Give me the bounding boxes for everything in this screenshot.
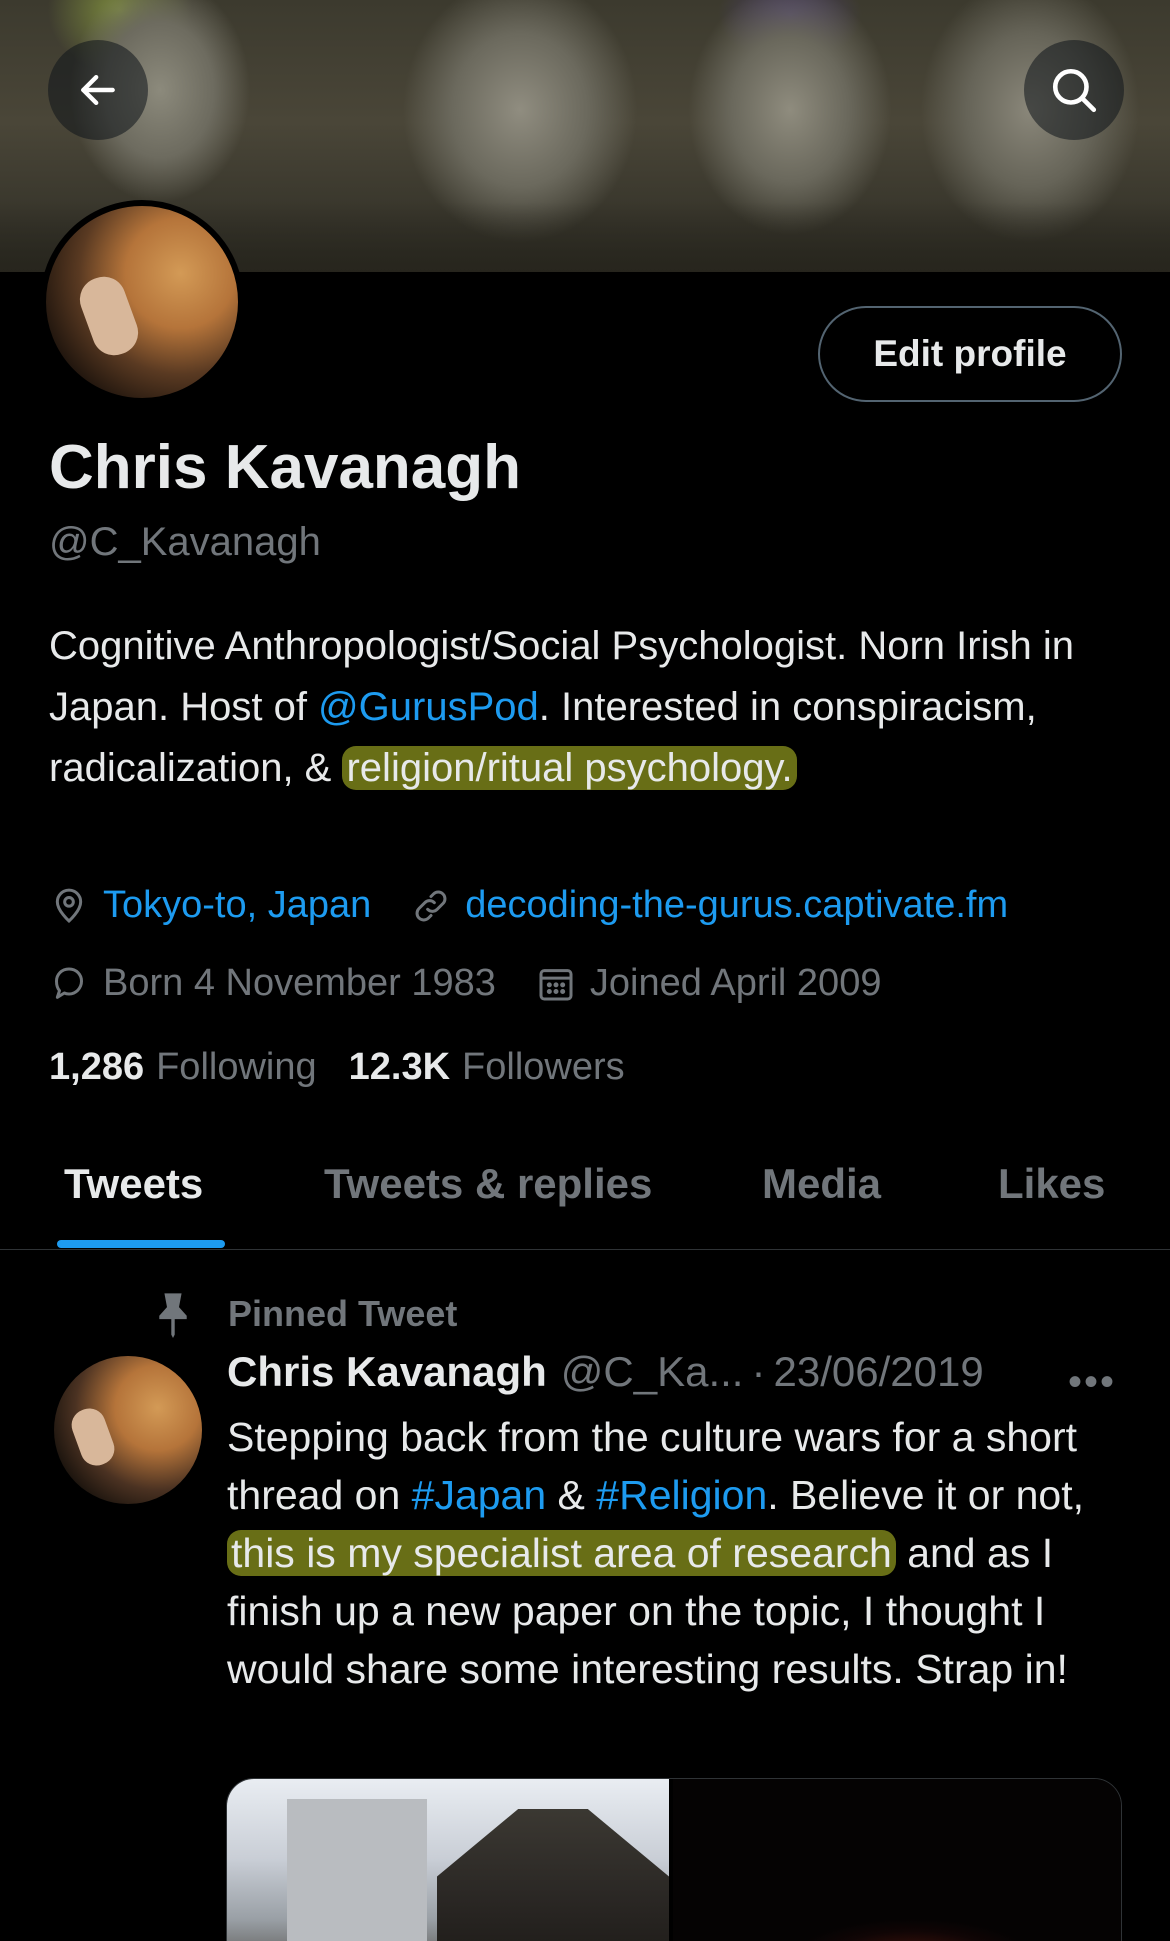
bio-mention-link[interactable]: @GurusPod bbox=[318, 685, 539, 729]
website[interactable]: decoding-the-gurus.captivate.fm bbox=[411, 884, 1008, 927]
profile-tabs: Tweets Tweets & replies Media Likes bbox=[0, 1144, 1170, 1250]
location: Tokyo-to, Japan bbox=[49, 884, 371, 927]
birthday-text: Born 4 November 1983 bbox=[103, 962, 496, 1004]
edit-profile-button[interactable]: Edit profile bbox=[818, 306, 1122, 402]
followers-count: 12.3K bbox=[348, 1046, 451, 1088]
follow-counts: 1,286 Following 12.3K Followers bbox=[49, 1046, 657, 1089]
avatar-hand bbox=[67, 1403, 119, 1471]
pin-icon bbox=[159, 1293, 187, 1338]
location-text: Tokyo-to, Japan bbox=[103, 884, 372, 926]
tab-tweets[interactable]: Tweets bbox=[64, 1160, 203, 1208]
hashtag-japan[interactable]: #Japan bbox=[412, 1472, 547, 1518]
following-label: Following bbox=[156, 1046, 317, 1088]
pinned-label: Pinned Tweet bbox=[228, 1293, 458, 1334]
separator-dot: · bbox=[751, 1348, 766, 1395]
profile-handle: @C_Kavanagh bbox=[49, 520, 321, 564]
back-button[interactable] bbox=[48, 40, 148, 140]
tweet-header: Chris Kavanagh @C_Ka... · 23/06/2019 bbox=[227, 1348, 984, 1396]
hashtag-religion[interactable]: #Religion bbox=[596, 1472, 767, 1518]
tweet-text-segment: & bbox=[546, 1472, 597, 1518]
media-image-shrine[interactable] bbox=[227, 1779, 669, 1941]
balloon-icon bbox=[55, 967, 83, 999]
tweet-author-handle[interactable]: @C_Ka... bbox=[561, 1348, 744, 1396]
following-link[interactable]: 1,286 Following bbox=[49, 1046, 349, 1089]
avatar-hand bbox=[73, 270, 145, 362]
tweet-author-name[interactable]: Chris Kavanagh bbox=[227, 1348, 547, 1396]
location-pin-icon bbox=[55, 888, 83, 923]
profile-bio: Cognitive Anthropologist/Social Psycholo… bbox=[49, 616, 1129, 799]
arrow-left-icon bbox=[81, 74, 115, 106]
link-icon bbox=[415, 890, 447, 921]
profile-meta-row: Born 4 November 1983 Joined April 2009 bbox=[49, 962, 921, 1005]
search-icon bbox=[1052, 68, 1097, 113]
profile-meta-row: Tokyo-to, Japan decoding-the-gurus.capti… bbox=[49, 884, 1048, 927]
following-count: 1,286 bbox=[49, 1046, 145, 1088]
tweet-highlight: this is my specialist area of research bbox=[227, 1530, 896, 1576]
pinned-indicator: Pinned Tweet bbox=[152, 1290, 457, 1338]
website-link[interactable]: decoding-the-gurus.captivate.fm bbox=[465, 884, 1008, 927]
followers-label: Followers bbox=[462, 1046, 625, 1088]
tab-tweets-replies[interactable]: Tweets & replies bbox=[324, 1160, 652, 1208]
tweet-media[interactable] bbox=[226, 1778, 1122, 1941]
media-image-dark[interactable] bbox=[673, 1779, 1121, 1941]
joined: Joined April 2009 bbox=[536, 962, 882, 1005]
calendar-icon bbox=[539, 968, 573, 1000]
joined-text: Joined April 2009 bbox=[589, 962, 882, 1004]
tweet-text: Stepping back from the culture wars for … bbox=[227, 1408, 1127, 1698]
more-options-icon[interactable]: ••• bbox=[1068, 1360, 1116, 1405]
tab-media[interactable]: Media bbox=[762, 1160, 881, 1208]
media-building bbox=[287, 1799, 427, 1941]
tweet-text-segment: . Believe it or not, bbox=[767, 1472, 1085, 1518]
search-button[interactable] bbox=[1024, 40, 1124, 140]
tweet-date[interactable]: 23/06/2019 bbox=[773, 1348, 983, 1396]
profile-avatar[interactable] bbox=[40, 200, 244, 404]
media-shrine-roof bbox=[437, 1809, 669, 1941]
profile-name: Chris Kavanagh bbox=[49, 433, 522, 502]
tweet-author-avatar[interactable] bbox=[54, 1356, 202, 1504]
birthday: Born 4 November 1983 bbox=[49, 962, 496, 1005]
tab-likes[interactable]: Likes bbox=[998, 1160, 1105, 1208]
followers-link[interactable]: 12.3K Followers bbox=[349, 1046, 657, 1089]
bio-highlight: religion/ritual psychology. bbox=[342, 746, 797, 790]
active-tab-indicator bbox=[57, 1240, 225, 1248]
